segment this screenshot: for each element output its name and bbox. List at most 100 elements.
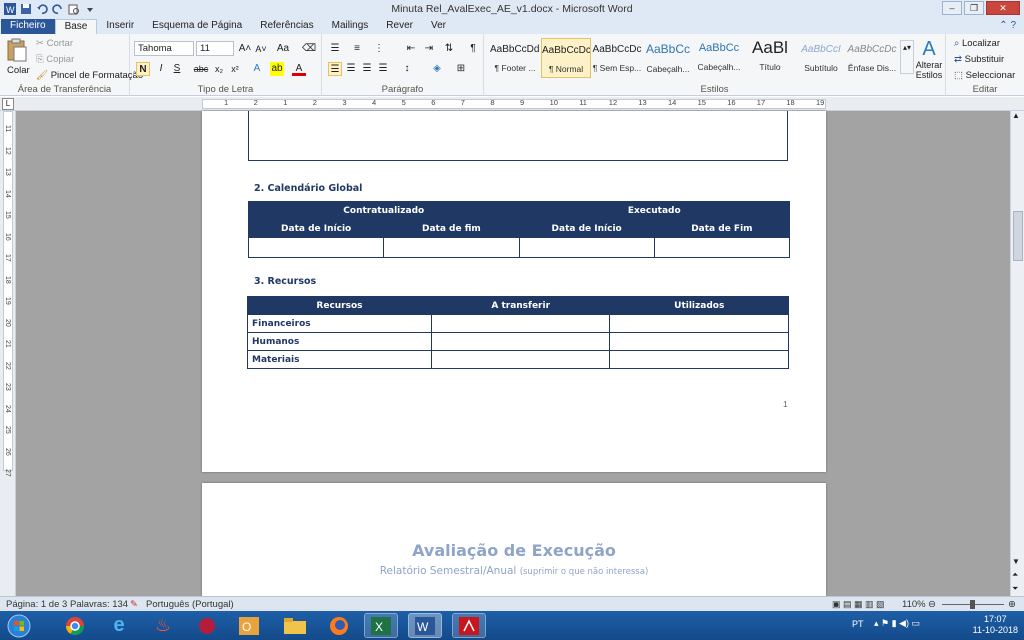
style-footer[interactable]: AaBbCcDdI ¶ Footer ... bbox=[490, 38, 540, 78]
help-icon[interactable]: ⌃ ? bbox=[999, 20, 1016, 31]
paste-button[interactable]: Colar bbox=[7, 65, 30, 76]
explorer-folder-icon[interactable] bbox=[278, 613, 312, 638]
table-cell[interactable] bbox=[383, 237, 520, 258]
replace-button[interactable]: ⇄ Substituir bbox=[954, 54, 1004, 65]
cut-button[interactable]: ✂ Cortar bbox=[36, 38, 73, 49]
language-indicator[interactable]: PT bbox=[852, 619, 864, 629]
style-no-spacing[interactable]: AaBbCcDc ¶ Sem Esp... bbox=[592, 38, 642, 78]
row-label[interactable]: Materiais bbox=[247, 350, 432, 369]
chrome-icon[interactable] bbox=[58, 613, 92, 638]
tab-home[interactable]: Base bbox=[54, 19, 98, 34]
superscript-button[interactable]: x² bbox=[228, 62, 242, 76]
page-1[interactable] bbox=[202, 111, 826, 472]
increase-indent-icon[interactable]: ⇥ bbox=[422, 42, 436, 56]
font-size-combo[interactable]: 11 bbox=[196, 41, 234, 56]
format-painter-button[interactable]: 🖌 Pincel de Formatação bbox=[36, 70, 143, 81]
view-buttons[interactable]: ▣ ▤ ▦ ▥ ▧ bbox=[832, 597, 885, 612]
zoom-slider-handle[interactable] bbox=[970, 600, 975, 609]
justify-icon[interactable]: ☰ bbox=[376, 62, 390, 76]
table-cell[interactable] bbox=[609, 332, 789, 351]
clear-formatting-icon[interactable]: ⌫ bbox=[302, 42, 316, 56]
acrobat-icon[interactable] bbox=[452, 613, 486, 638]
table-cell[interactable] bbox=[430, 350, 611, 369]
line-spacing-icon[interactable]: ↕ bbox=[400, 62, 414, 76]
style-normal[interactable]: AaBbCcDc ¶ Normal bbox=[541, 38, 591, 78]
customize-toolbar-icon[interactable] bbox=[84, 3, 96, 15]
table-cell[interactable] bbox=[430, 314, 611, 333]
strikethrough-button[interactable]: abc bbox=[192, 62, 210, 76]
bullets-icon[interactable]: ☰ bbox=[328, 42, 342, 56]
app-flame-icon[interactable]: ♨ bbox=[146, 613, 180, 638]
maximize-button[interactable]: ❐ bbox=[964, 1, 984, 15]
tab-selector-icon[interactable]: L bbox=[2, 98, 14, 110]
word-taskbar-icon[interactable]: W bbox=[408, 613, 442, 638]
tab-page-layout[interactable]: Esquema de Página bbox=[143, 19, 251, 34]
internet-explorer-icon[interactable]: e bbox=[102, 613, 136, 638]
scroll-down-icon[interactable]: ▼ bbox=[1012, 557, 1020, 566]
shading-icon[interactable]: ◈ bbox=[430, 62, 444, 76]
horizontal-ruler[interactable]: L 1 2 1 2 3 4 5 6 7 8 9 10 11 12 13 14 15 16 17 18 19 bbox=[0, 97, 1024, 111]
page-2[interactable] bbox=[202, 483, 826, 596]
paste-icon[interactable] bbox=[6, 38, 28, 62]
vertical-ruler[interactable]: 11 12 13 14 15 16 17 18 19 20 21 22 23 24 25 26 27 bbox=[0, 111, 16, 596]
select-button[interactable]: ⬚ Seleccionar bbox=[954, 70, 1015, 81]
tab-view[interactable]: Ver bbox=[422, 19, 455, 34]
tab-mailings[interactable]: Mailings bbox=[323, 19, 378, 34]
text-effects-icon[interactable]: A bbox=[250, 62, 264, 76]
resources-table[interactable]: Recursos A transferir Utilizados Finance… bbox=[247, 296, 789, 369]
borders-icon[interactable]: ⊞ bbox=[454, 62, 468, 76]
style-title[interactable]: AaBl Título bbox=[745, 38, 795, 78]
tab-insert[interactable]: Inserir bbox=[97, 19, 143, 34]
zoom-level[interactable]: 110% bbox=[902, 597, 926, 612]
prev-page-icon[interactable]: ⏶ bbox=[1012, 570, 1018, 580]
start-button[interactable] bbox=[2, 613, 36, 638]
table-cell[interactable] bbox=[609, 314, 789, 333]
tab-references[interactable]: Referências bbox=[251, 19, 322, 34]
style-heading-2[interactable]: AaBbCc Cabeçalh... bbox=[694, 38, 744, 78]
scroll-thumb[interactable] bbox=[1013, 211, 1023, 261]
highlight-icon[interactable]: ab bbox=[270, 62, 284, 76]
previous-table-box[interactable] bbox=[248, 111, 788, 161]
font-color-icon[interactable]: A bbox=[292, 62, 306, 76]
next-page-icon[interactable]: ⏷ bbox=[1012, 584, 1018, 594]
undo-icon[interactable] bbox=[36, 3, 48, 15]
firefox-icon[interactable] bbox=[322, 613, 356, 638]
style-heading-1[interactable]: AaBbCc Cabeçalh... bbox=[643, 38, 693, 78]
word-count[interactable]: Palavras: 134 bbox=[70, 597, 128, 612]
row-label[interactable]: Humanos bbox=[247, 332, 432, 351]
multilevel-list-icon[interactable]: ⋮ bbox=[372, 42, 386, 56]
tab-file[interactable]: Ficheiro bbox=[1, 19, 55, 34]
redo-icon[interactable] bbox=[52, 3, 64, 15]
copy-button[interactable]: ⎘ Copiar bbox=[36, 54, 74, 65]
numbering-icon[interactable]: ≡ bbox=[350, 42, 364, 56]
excel-icon[interactable]: X bbox=[364, 613, 398, 638]
sort-icon[interactable]: ⇅ bbox=[442, 42, 456, 56]
app-red-circle-icon[interactable] bbox=[190, 613, 224, 638]
outlook-icon[interactable]: O bbox=[232, 613, 266, 638]
vertical-scrollbar[interactable]: ▲ ▼ ⏶ ⏷ bbox=[1010, 111, 1024, 596]
align-center-icon[interactable]: ☰ bbox=[344, 62, 358, 76]
change-styles-button[interactable]: A Alterar Estilos bbox=[914, 38, 944, 80]
table-cell[interactable] bbox=[518, 237, 655, 258]
align-right-icon[interactable]: ☰ bbox=[360, 62, 374, 76]
zoom-out-icon[interactable]: ⊖ bbox=[928, 597, 936, 612]
close-button[interactable]: ✕ bbox=[986, 1, 1020, 15]
italic-button[interactable]: I bbox=[154, 62, 168, 76]
calendar-table[interactable]: Contratualizado Executado Data de Início… bbox=[247, 201, 791, 258]
language[interactable]: Português (Portugal) bbox=[146, 597, 234, 612]
styles-scroll-icon[interactable]: ▴▾ bbox=[900, 40, 914, 74]
table-cell[interactable] bbox=[653, 237, 791, 258]
style-subtle-emphasis[interactable]: AaBbCcDc Ênfase Dis... bbox=[847, 38, 897, 78]
tray-icons[interactable]: ▴ ⚑ ▮ ◀) ▭ bbox=[874, 618, 920, 629]
proofing-icon[interactable]: ✎ bbox=[130, 597, 138, 612]
shrink-font-button[interactable]: A˅ bbox=[254, 42, 268, 56]
subscript-button[interactable]: x₂ bbox=[212, 62, 226, 76]
page-count[interactable]: Página: 1 de 3 bbox=[6, 597, 67, 612]
find-button[interactable]: ⌕ Localizar bbox=[954, 38, 1000, 49]
zoom-in-icon[interactable]: ⊕ bbox=[1008, 597, 1016, 612]
print-preview-icon[interactable] bbox=[68, 3, 80, 15]
table-cell[interactable] bbox=[430, 332, 611, 351]
style-subtitle[interactable]: AaBbCcI Subtítulo bbox=[796, 38, 846, 78]
font-name-combo[interactable]: Tahoma bbox=[134, 41, 194, 56]
table-cell[interactable] bbox=[609, 350, 789, 369]
